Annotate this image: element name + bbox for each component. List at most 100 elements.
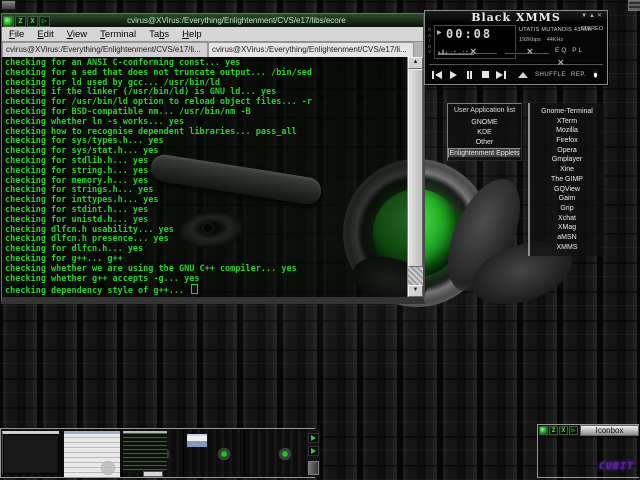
xmms-bitrate: 192Kbps [519,37,541,43]
terminal-titlebar[interactable]: Z X ▷ cvirus@XVirus:/Everything/Enlighte… [2,14,423,27]
submenu-item-xmag[interactable]: XMag [530,223,604,233]
pager-desktop-2[interactable] [62,429,123,477]
submenu-item-amsn[interactable]: aMSN [530,233,604,243]
submenu-item-gnome-terminal[interactable]: Gnome-Terminal [530,107,604,117]
submenu-item-xmms[interactable]: XMMS [530,243,604,253]
next-button[interactable] [494,68,508,81]
window-shade-button[interactable]: ▷ [569,426,578,435]
menu-item-kde[interactable]: KDE [448,128,521,138]
submenu-item-firefox[interactable]: Firefox [530,136,604,146]
submenu-item-mozilla[interactable]: Mozilla [530,126,604,136]
eject-button[interactable] [516,68,530,81]
submenu-item-gqview[interactable]: GQView [530,185,604,195]
pager-mini-window [143,471,163,477]
menu-item-enlightenment-epplets[interactable]: Enlightenment Epplets [448,148,521,158]
window-close-button[interactable]: X [559,426,568,435]
xmms-close-icon[interactable]: ✕ [597,13,604,19]
xmms-eq-pl-buttons[interactable]: EQ PL [555,47,584,54]
submenu-item-grip[interactable]: Grip [530,204,604,214]
submenu-item-the-gimp[interactable]: The GIMP [530,175,604,185]
xmms-balance-slider[interactable]: × [505,52,549,54]
stop-button[interactable] [478,68,492,81]
window-iconify-button[interactable]: Z [15,16,26,27]
pager-drag-handle[interactable] [308,461,319,475]
applications-submenu: Gnome-TerminalXTermMozillaFirefoxOperaGm… [528,103,604,256]
window-iconify-button[interactable]: Z [549,426,558,435]
xmms-titlebar[interactable]: Black XMMS [425,11,607,24]
menubar-item-tabs[interactable]: Tabs [149,29,169,40]
terminal-body: checking for an ANSI C-conforming const.… [2,57,423,297]
xmms-eq-button[interactable]: EQ [555,47,568,54]
window-shade-button[interactable]: ▷ [39,16,50,27]
pager-mini-window [2,431,59,474]
pager-desktop-5[interactable] [245,429,306,477]
xmms-stereo-indicator: STEREO [580,26,603,32]
volume-handle-icon[interactable]: × [470,47,478,57]
xmms-pl-button[interactable]: PL [572,47,584,54]
window-menu-orb-icon[interactable] [3,16,14,27]
pager-desktop-3[interactable] [123,429,184,477]
terminal-cursor [191,284,198,294]
xmms-time-display[interactable]: 00:08 [446,27,492,41]
submenu-item-opera[interactable]: Opera [530,146,604,156]
terminal-output[interactable]: checking for an ANSI C-conforming const.… [2,57,407,297]
xmms-frequency: 44KHz [547,37,564,43]
pager-desktop-1[interactable] [1,429,62,477]
menubar-item-file[interactable]: File [9,29,24,40]
terminal-tab-2[interactable]: cvirus@XVirus:/Everything/Enlightenment/… [208,42,414,57]
pager-side-strip [306,429,320,477]
terminal-tabbar: cvirus@XVirus:/Everything/Enlightenment/… [2,42,423,57]
xmms-minimize-icon[interactable]: ▼ [581,13,589,19]
terminal-tab-1[interactable]: cvirus@XVirus:/Everything/Enlightenment/… [2,42,208,57]
menubar-item-terminal[interactable]: Terminal [100,29,136,40]
window-menu-orb-icon[interactable] [539,426,548,435]
xmms-clutterbar[interactable]: OAIDV [427,27,432,55]
xmms-seek-slider[interactable]: × [429,63,603,65]
pager-mini-window [187,434,207,447]
menu-item-other[interactable]: Other [448,138,521,148]
balance-handle-icon[interactable]: × [526,47,534,57]
window-close-button[interactable]: X [27,16,38,27]
desktop-pager [0,428,315,478]
terminal-scrollbar[interactable]: ▲ ▼ [407,57,423,297]
terminal-output-line: checking dependency style of g++... [5,284,407,297]
wallpaper-signature: CUBIT [599,461,634,472]
clutterbar-letter[interactable]: V [428,49,431,55]
pause-button[interactable] [462,68,476,81]
repeat-button[interactable]: REP. [571,72,586,78]
scroll-down-icon[interactable]: ▼ [408,285,423,297]
menu-title: User Application list [448,104,521,118]
epplet-icon[interactable] [308,446,319,456]
xmms-window-buttons[interactable]: ▼▲✕ [581,11,604,22]
submenu-item-xine[interactable]: Xine [530,165,604,175]
scroll-up-icon[interactable]: ▲ [408,57,423,69]
shuffle-button[interactable]: SHUFFLE [535,72,566,78]
play-button[interactable] [446,68,460,81]
xmms-player: Black XMMS ▼▲✕ OAIDV ▶ 00:08 UTATIS MUTA… [424,10,608,85]
xmms-volume-slider[interactable]: × [447,52,497,54]
iconbox-window: Z X ▷ Iconbox CUBIT [537,424,639,478]
iconified-window-icon[interactable] [1,0,16,10]
terminal-menubar: File Edit View Terminal Tabs Help [2,27,423,42]
menu-item-gnome[interactable]: GNOME [448,118,521,128]
previous-button[interactable] [430,68,444,81]
menubar-item-help[interactable]: Help [182,29,202,40]
window-title: cvirus@XVirus:/Everything/Enlightenment/… [50,16,423,25]
menubar-item-view[interactable]: View [67,29,87,40]
submenu-item-xterm[interactable]: XTerm [530,117,604,127]
terminal-output-line: checking whether g++ accepts -g... yes [5,275,407,285]
submenu-item-gmplayer[interactable]: Gmplayer [530,155,604,165]
menubar-item-edit[interactable]: Edit [37,29,53,40]
scrollbar-trough[interactable] [408,267,423,285]
pager-mini-window [123,431,167,473]
scrollbar-thumb[interactable] [408,69,423,267]
submenu-item-gaim[interactable]: Gaim [530,194,604,204]
submenu-item-xchat[interactable]: Xchat [530,214,604,224]
iconbox-titlebar[interactable]: Z X ▷ Iconbox [538,425,639,436]
epplet-icon[interactable] [308,433,319,443]
pager-desktop-4[interactable] [184,429,245,477]
seek-handle-icon[interactable]: × [557,58,565,68]
xmms-shade-icon[interactable]: ▲ [589,13,597,19]
corner-widget-icon[interactable] [628,0,640,11]
penguin-logo-icon [591,67,600,79]
